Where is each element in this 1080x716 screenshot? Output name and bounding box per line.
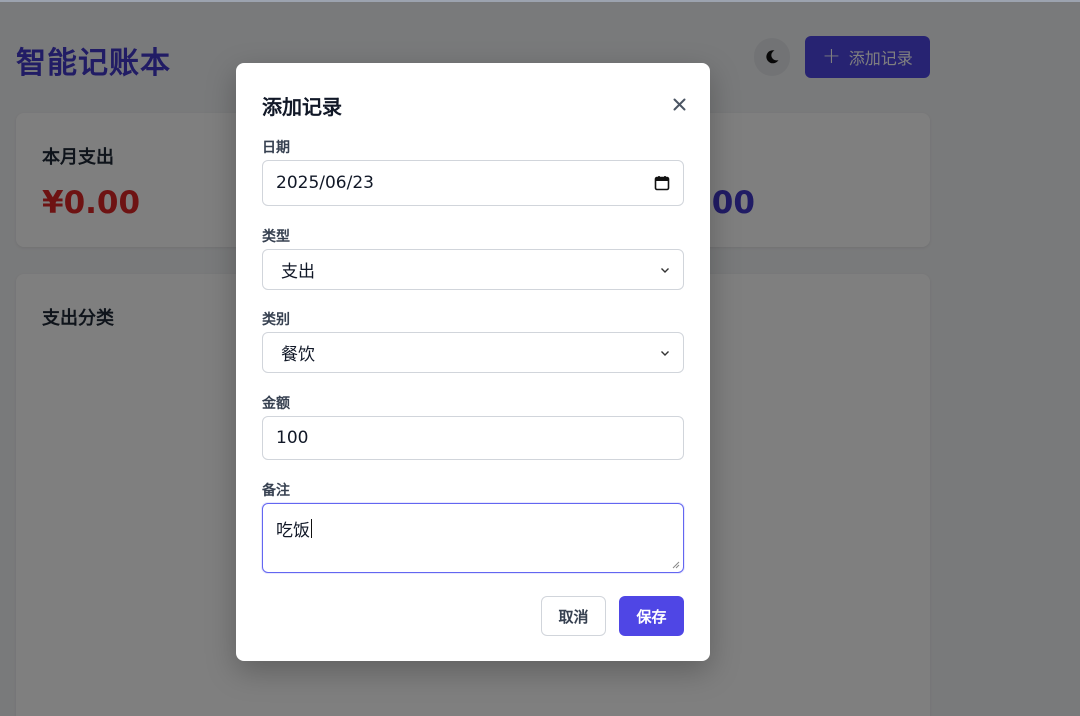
category-label: 类别: [262, 312, 290, 328]
close-button[interactable]: [666, 91, 692, 117]
type-select[interactable]: 支出: [262, 249, 684, 290]
chevron-down-icon: [661, 267, 669, 273]
type-value: 支出: [281, 262, 315, 282]
resize-handle-icon[interactable]: [672, 561, 680, 569]
save-button[interactable]: 保存: [619, 596, 684, 636]
note-label: 备注: [262, 483, 290, 499]
text-caret: [311, 519, 312, 538]
amount-label: 金额: [262, 396, 290, 412]
date-value: 2025/06/23: [276, 173, 374, 193]
close-icon: [673, 98, 685, 110]
date-label: 日期: [262, 140, 290, 156]
cancel-button[interactable]: 取消: [541, 596, 606, 636]
modal-title: 添加记录: [262, 95, 342, 119]
top-border: [0, 0, 1080, 2]
note-textarea[interactable]: 吃饭: [262, 503, 684, 573]
amount-input[interactable]: 100: [262, 416, 684, 460]
amount-value: 100: [276, 428, 309, 448]
note-value: 吃饭: [276, 521, 310, 541]
chevron-down-icon: [661, 350, 669, 356]
category-value: 餐饮: [281, 345, 315, 365]
date-input[interactable]: 2025/06/23: [262, 160, 684, 206]
category-select[interactable]: 餐饮: [262, 332, 684, 373]
calendar-icon[interactable]: [654, 175, 670, 191]
type-label: 类型: [262, 229, 290, 245]
app-page: 智能记账本 + 添加记录 本月支出 ¥0.00 .00 支出分类 添加记录 日期…: [0, 0, 1080, 716]
add-record-modal: 添加记录 日期 2025/06/23 类型 支出 类别 餐饮 金额 100 备注…: [236, 63, 710, 661]
